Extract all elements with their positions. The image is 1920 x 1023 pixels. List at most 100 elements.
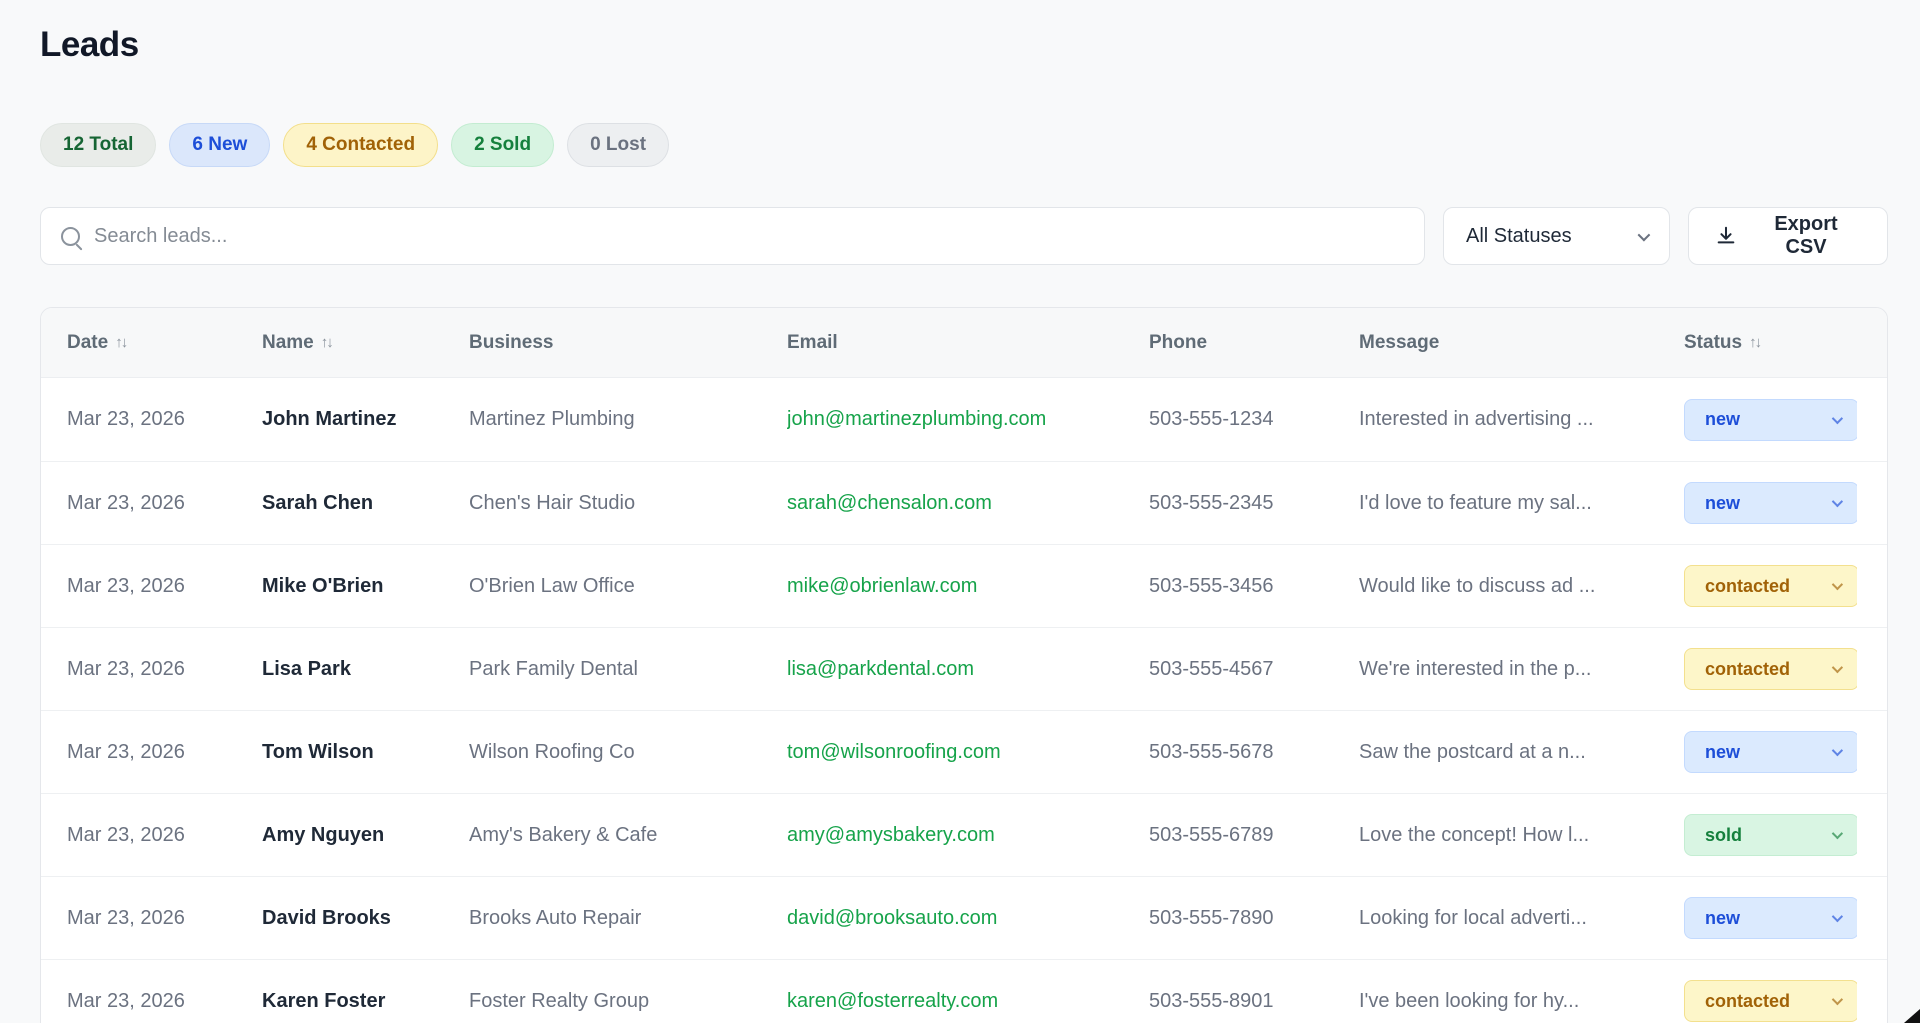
lead-status-cell: contacted [1684,980,1857,1022]
column-header-phone: Phone [1149,332,1359,354]
table-row: Mar 23, 2026 John Martinez Martinez Plum… [41,378,1887,461]
status-label: new [1705,742,1740,763]
leads-table: Date ↑↓ Name ↑↓ Business Email Phone Mes… [40,307,1888,1023]
column-header-status[interactable]: Status ↑↓ [1684,332,1857,354]
lead-business: Amy's Bakery & Cafe [469,824,787,847]
search-input[interactable] [94,225,1404,248]
lead-name: John Martinez [262,408,469,431]
search-box[interactable] [40,207,1425,265]
column-header-business: Business [469,332,787,354]
status-dropdown[interactable]: new [1684,897,1857,939]
table-row: Mar 23, 2026 Sarah Chen Chen's Hair Stud… [41,461,1887,544]
chevron-down-icon [1832,911,1843,922]
lead-email-link[interactable]: tom@wilsonroofing.com [787,741,1149,764]
lead-business: Park Family Dental [469,658,787,681]
lead-email-link[interactable]: mike@obrienlaw.com [787,575,1149,598]
status-label: new [1705,908,1740,929]
page-title: Leads [40,25,1888,65]
search-icon [61,227,80,246]
chevron-down-icon [1832,745,1843,756]
lead-message: Would like to discuss ad ... [1359,575,1684,598]
status-label: sold [1705,825,1742,846]
lead-name: Amy Nguyen [262,824,469,847]
lead-business: Martinez Plumbing [469,408,787,431]
status-dropdown[interactable]: new [1684,399,1857,441]
lead-status-cell: new [1684,482,1857,524]
summary-pills: 12 Total 6 New 4 Contacted 2 Sold 0 Lost [40,123,1888,167]
lead-name: Tom Wilson [262,741,469,764]
lead-phone: 503-555-2345 [1149,492,1359,515]
status-dropdown[interactable]: sold [1684,814,1857,856]
status-dropdown[interactable]: new [1684,482,1857,524]
column-header-name[interactable]: Name ↑↓ [262,332,469,354]
status-label: contacted [1705,991,1790,1012]
lead-date: Mar 23, 2026 [67,824,262,847]
status-label: new [1705,409,1740,430]
column-header-message: Message [1359,332,1684,354]
lead-email-link[interactable]: sarah@chensalon.com [787,492,1149,515]
pill-sold[interactable]: 2 Sold [451,123,554,167]
lead-phone: 503-555-5678 [1149,741,1359,764]
sort-icon: ↑↓ [115,334,126,351]
lead-name: Sarah Chen [262,492,469,515]
status-dropdown[interactable]: new [1684,731,1857,773]
pill-total[interactable]: 12 Total [40,123,156,167]
lead-business: Foster Realty Group [469,990,787,1013]
table-row: Mar 23, 2026 Karen Foster Foster Realty … [41,959,1887,1023]
table-row: Mar 23, 2026 Tom Wilson Wilson Roofing C… [41,710,1887,793]
table-row: Mar 23, 2026 David Brooks Brooks Auto Re… [41,876,1887,959]
lead-email-link[interactable]: karen@fosterrealty.com [787,990,1149,1013]
table-body: Mar 23, 2026 John Martinez Martinez Plum… [41,378,1887,1023]
lead-email-link[interactable]: john@martinezplumbing.com [787,408,1149,431]
toolbar: All Statuses Export CSV [40,207,1888,265]
table-row: Mar 23, 2026 Amy Nguyen Amy's Bakery & C… [41,793,1887,876]
status-label: new [1705,493,1740,514]
lead-message: Love the concept! How l... [1359,824,1684,847]
lead-date: Mar 23, 2026 [67,408,262,431]
lead-name: Karen Foster [262,990,469,1013]
lead-phone: 503-555-1234 [1149,408,1359,431]
status-dropdown[interactable]: contacted [1684,648,1857,690]
lead-name: Mike O'Brien [262,575,469,598]
lead-date: Mar 23, 2026 [67,575,262,598]
chevron-down-icon [1832,412,1843,423]
lead-email-link[interactable]: david@brooksauto.com [787,907,1149,930]
table-header: Date ↑↓ Name ↑↓ Business Email Phone Mes… [41,308,1887,378]
leads-page: Leads 12 Total 6 New 4 Contacted 2 Sold … [0,0,1920,1023]
table-row: Mar 23, 2026 Lisa Park Park Family Denta… [41,627,1887,710]
pill-lost[interactable]: 0 Lost [567,123,669,167]
chevron-down-icon [1832,662,1843,673]
table-row: Mar 23, 2026 Mike O'Brien O'Brien Law Of… [41,544,1887,627]
lead-date: Mar 23, 2026 [67,492,262,515]
lead-name: David Brooks [262,907,469,930]
export-csv-label: Export CSV [1751,213,1861,259]
pill-contacted[interactable]: 4 Contacted [283,123,438,167]
lead-date: Mar 23, 2026 [67,990,262,1013]
column-header-date[interactable]: Date ↑↓ [67,332,262,354]
lead-message: Saw the postcard at a n... [1359,741,1684,764]
lead-message: Looking for local adverti... [1359,907,1684,930]
lead-status-cell: new [1684,897,1857,939]
lead-email-link[interactable]: lisa@parkdental.com [787,658,1149,681]
lead-phone: 503-555-3456 [1149,575,1359,598]
lead-business: Brooks Auto Repair [469,907,787,930]
status-filter-dropdown[interactable]: All Statuses [1443,207,1670,265]
pill-new[interactable]: 6 New [169,123,270,167]
lead-date: Mar 23, 2026 [67,741,262,764]
status-label: contacted [1705,576,1790,597]
column-header-email: Email [787,332,1149,354]
export-csv-button[interactable]: Export CSV [1688,207,1888,265]
lead-email-link[interactable]: amy@amysbakery.com [787,824,1149,847]
chevron-down-icon [1638,228,1651,241]
lead-status-cell: contacted [1684,648,1857,690]
lead-business: Chen's Hair Studio [469,492,787,515]
status-dropdown[interactable]: contacted [1684,980,1857,1022]
lead-phone: 503-555-6789 [1149,824,1359,847]
status-label: contacted [1705,659,1790,680]
lead-business: Wilson Roofing Co [469,741,787,764]
sort-icon: ↑↓ [321,334,332,351]
status-filter-value: All Statuses [1466,225,1572,248]
status-dropdown[interactable]: contacted [1684,565,1857,607]
lead-name: Lisa Park [262,658,469,681]
chevron-down-icon [1832,828,1843,839]
